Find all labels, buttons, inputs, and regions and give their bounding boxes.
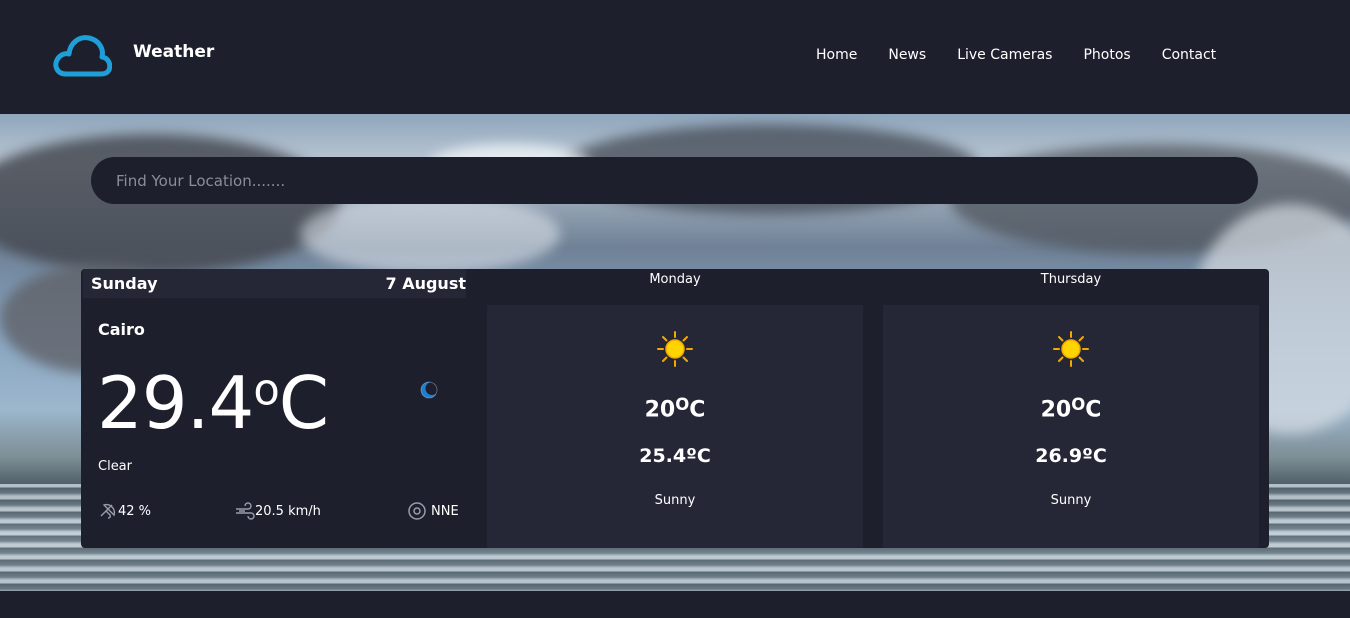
degree-symbol: o xyxy=(253,365,279,416)
forecast-body: 20OC 26.9ºC Sunny xyxy=(883,305,1259,548)
current-temperature: 29.4oC xyxy=(97,365,329,439)
nav-contact[interactable]: Contact xyxy=(1162,47,1216,63)
location-search-input[interactable] xyxy=(91,157,1258,204)
main-nav: Home News Live Cameras Photos Contact xyxy=(816,47,1247,63)
forecast-min-temp: 26.9ºC xyxy=(1035,445,1107,467)
forecast-condition: Sunny xyxy=(1050,493,1092,508)
forecast-cards: Sunday 7 August Cairo 29.4oC Clear 42 % xyxy=(81,269,1269,548)
nav-home[interactable]: Home xyxy=(816,47,857,63)
direction-value: NNE xyxy=(431,503,459,519)
forecast-day: Monday xyxy=(649,272,701,287)
forecast-max-unit: C xyxy=(689,397,706,423)
forecast-day: Thursday xyxy=(1040,272,1102,287)
wind-icon xyxy=(236,502,255,520)
nav-photos[interactable]: Photos xyxy=(1083,47,1130,63)
forecast-max-temp: 20OC xyxy=(487,395,863,423)
today-card: Sunday 7 August Cairo 29.4oC Clear 42 % xyxy=(81,269,477,548)
background-cloud xyxy=(300,194,560,274)
background-cloud xyxy=(0,134,340,274)
forecast-max-value: 20 xyxy=(644,397,676,423)
degree-symbol: O xyxy=(675,395,690,414)
today-header: Sunday 7 August xyxy=(83,269,466,298)
today-day: Sunday xyxy=(91,274,158,293)
forecast-min-temp: 25.4ºC xyxy=(639,445,711,467)
wind-stat: 20.5 km/h xyxy=(235,501,321,521)
forecast-condition: Sunny xyxy=(654,493,696,508)
forecast-max-unit: C xyxy=(1085,397,1102,423)
umbrella-icon xyxy=(100,503,116,519)
forecast-body: 20OC 25.4ºC Sunny xyxy=(487,305,863,548)
cloud-icon xyxy=(53,35,112,77)
brand-name: Weather xyxy=(133,42,215,62)
compass-icon xyxy=(408,502,426,520)
direction-stat: NNE xyxy=(407,501,459,521)
forecast-card: Monday 20OC 25.4ºC Sunny xyxy=(477,269,873,548)
brand[interactable]: Weather xyxy=(52,30,214,80)
nav-news[interactable]: News xyxy=(888,47,926,63)
weather-stats: 42 % 20.5 km/h NNE xyxy=(98,501,461,521)
location-name: Cairo xyxy=(98,320,145,339)
temp-unit: C xyxy=(278,361,329,445)
current-temp-value: 29.4 xyxy=(97,361,254,445)
nav-live-cameras[interactable]: Live Cameras xyxy=(957,47,1052,63)
humidity-stat: 42 % xyxy=(98,501,151,521)
humidity-value: 42 % xyxy=(118,503,152,519)
forecast-card: Thursday 20OC 26.9ºC Sunny xyxy=(873,269,1269,548)
current-condition: Clear xyxy=(98,459,132,474)
forecast-max-temp: 20OC xyxy=(883,395,1259,423)
today-date: 7 August xyxy=(385,274,467,293)
navbar: Weather Home News Live Cameras Photos Co… xyxy=(0,0,1350,114)
wind-value: 20.5 km/h xyxy=(255,503,321,519)
degree-symbol: O xyxy=(1071,395,1086,414)
sun-icon xyxy=(1053,331,1089,367)
moon-icon xyxy=(420,381,438,399)
forecast-max-value: 20 xyxy=(1040,397,1072,423)
sun-icon xyxy=(657,331,693,367)
